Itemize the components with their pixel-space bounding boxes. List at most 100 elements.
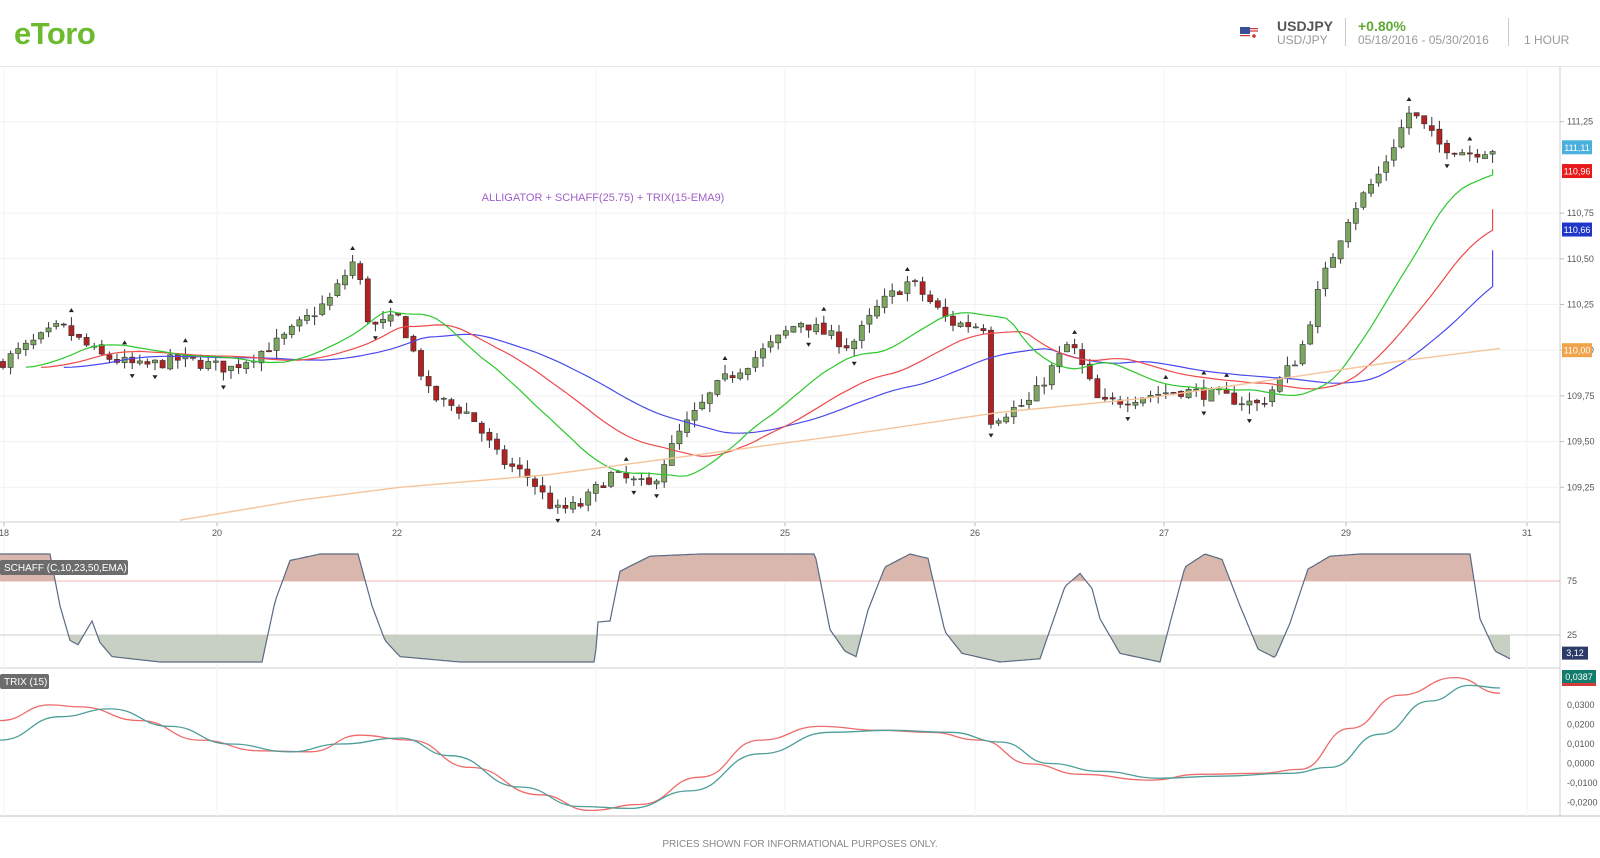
candle [1413, 112, 1420, 117]
candle [1041, 384, 1048, 387]
candle [1003, 416, 1010, 423]
candle [1010, 407, 1017, 418]
x-tick-label: 29 [1341, 528, 1351, 538]
candle [828, 330, 835, 336]
symbol-name: USDJPY [1277, 18, 1334, 34]
price-tag-label: 110,66 [1564, 225, 1591, 235]
candle [1345, 222, 1352, 243]
candle [258, 350, 265, 364]
schaff-tick-label: 25 [1567, 630, 1577, 640]
price-tag-label: 110,96 [1564, 167, 1591, 177]
candle [1337, 240, 1344, 260]
chart-area[interactable]: 109,25 109,50 109,75 110,00 110,25 110,50 110,… [0, 66, 1600, 856]
candle [562, 505, 569, 509]
candle [30, 339, 37, 346]
candle [813, 324, 820, 333]
candle [1238, 403, 1245, 406]
x-tick-label: 26 [970, 528, 980, 538]
candle [1048, 365, 1055, 386]
fractal-down-marker [1125, 417, 1131, 422]
candle [577, 503, 584, 507]
fractal-down-marker [129, 374, 135, 379]
candle [319, 303, 326, 315]
candle [691, 409, 698, 421]
candle [0, 361, 6, 368]
candle [372, 321, 379, 325]
candle [478, 422, 485, 434]
candle [539, 485, 546, 493]
trix-tick-label: 0,0200 [1567, 719, 1595, 729]
alligator-lips-line [25, 169, 1494, 477]
candle [912, 280, 918, 282]
candle [668, 443, 675, 466]
fractal-up-marker [1072, 329, 1078, 334]
candle [737, 372, 744, 379]
fractal-up-marker [68, 308, 74, 313]
y-tick-label: 111,25 [1567, 117, 1593, 127]
candle [1482, 154, 1488, 159]
candle [630, 478, 637, 481]
us-jp-flag-icon [1240, 27, 1258, 39]
candle [349, 261, 356, 276]
candle [1193, 388, 1200, 391]
fractal-up-marker [350, 245, 356, 250]
candle [805, 324, 812, 331]
price-tag-label: 111,11 [1564, 143, 1590, 153]
fractal-up-marker [821, 306, 827, 311]
date-range: 05/18/2016 - 05/30/2016 [1358, 33, 1489, 47]
trix-tick-label: 0,0000 [1567, 759, 1595, 769]
candle [418, 350, 424, 377]
candle [623, 472, 630, 479]
candle [228, 365, 234, 371]
candle [501, 449, 508, 465]
candle [22, 342, 29, 350]
candle [1033, 385, 1040, 402]
trix-tick-label: -0,0100 [1567, 778, 1598, 788]
trix-signal-line [0, 684, 1501, 810]
candle [205, 361, 212, 369]
trix-value-label: 0,0387 [1565, 672, 1593, 682]
candle [706, 392, 713, 404]
candle [1026, 399, 1032, 405]
candle [1406, 112, 1412, 129]
candle [1064, 344, 1070, 353]
candle [342, 275, 348, 286]
candle [1421, 115, 1428, 125]
candle [1299, 344, 1306, 365]
candle [144, 361, 151, 365]
fractal-up-marker [122, 340, 128, 345]
divider [1508, 18, 1509, 46]
x-tick-label: 25 [780, 528, 790, 538]
candle [106, 354, 113, 360]
candle [554, 504, 561, 508]
y-tick-label: 109,50 [1567, 437, 1595, 447]
candle [638, 478, 645, 480]
divider [1345, 18, 1346, 46]
candle [995, 420, 1002, 424]
candle [1185, 389, 1192, 398]
etoro-logo[interactable]: eToro [14, 16, 96, 52]
candle [820, 322, 827, 335]
candle [38, 332, 44, 340]
candle [570, 502, 576, 510]
fractal-down-marker [1201, 411, 1207, 416]
candle [174, 354, 181, 361]
schaff-tick-label: 75 [1567, 576, 1577, 586]
candle [212, 360, 219, 363]
fractal-down-marker [1444, 164, 1450, 169]
candle [919, 281, 926, 295]
candle [311, 315, 318, 318]
candle [364, 278, 371, 323]
candle [608, 472, 614, 487]
candle [7, 353, 14, 368]
fractal-up-marker [722, 356, 728, 361]
y-tick-label: 109,25 [1567, 482, 1595, 492]
candle [600, 485, 607, 488]
candle [456, 406, 462, 414]
candle [1254, 399, 1260, 404]
candle [152, 359, 158, 364]
fractal-down-marker [1246, 419, 1252, 424]
fractal-down-marker [152, 375, 158, 380]
candle [1352, 208, 1359, 224]
candle [516, 464, 523, 470]
